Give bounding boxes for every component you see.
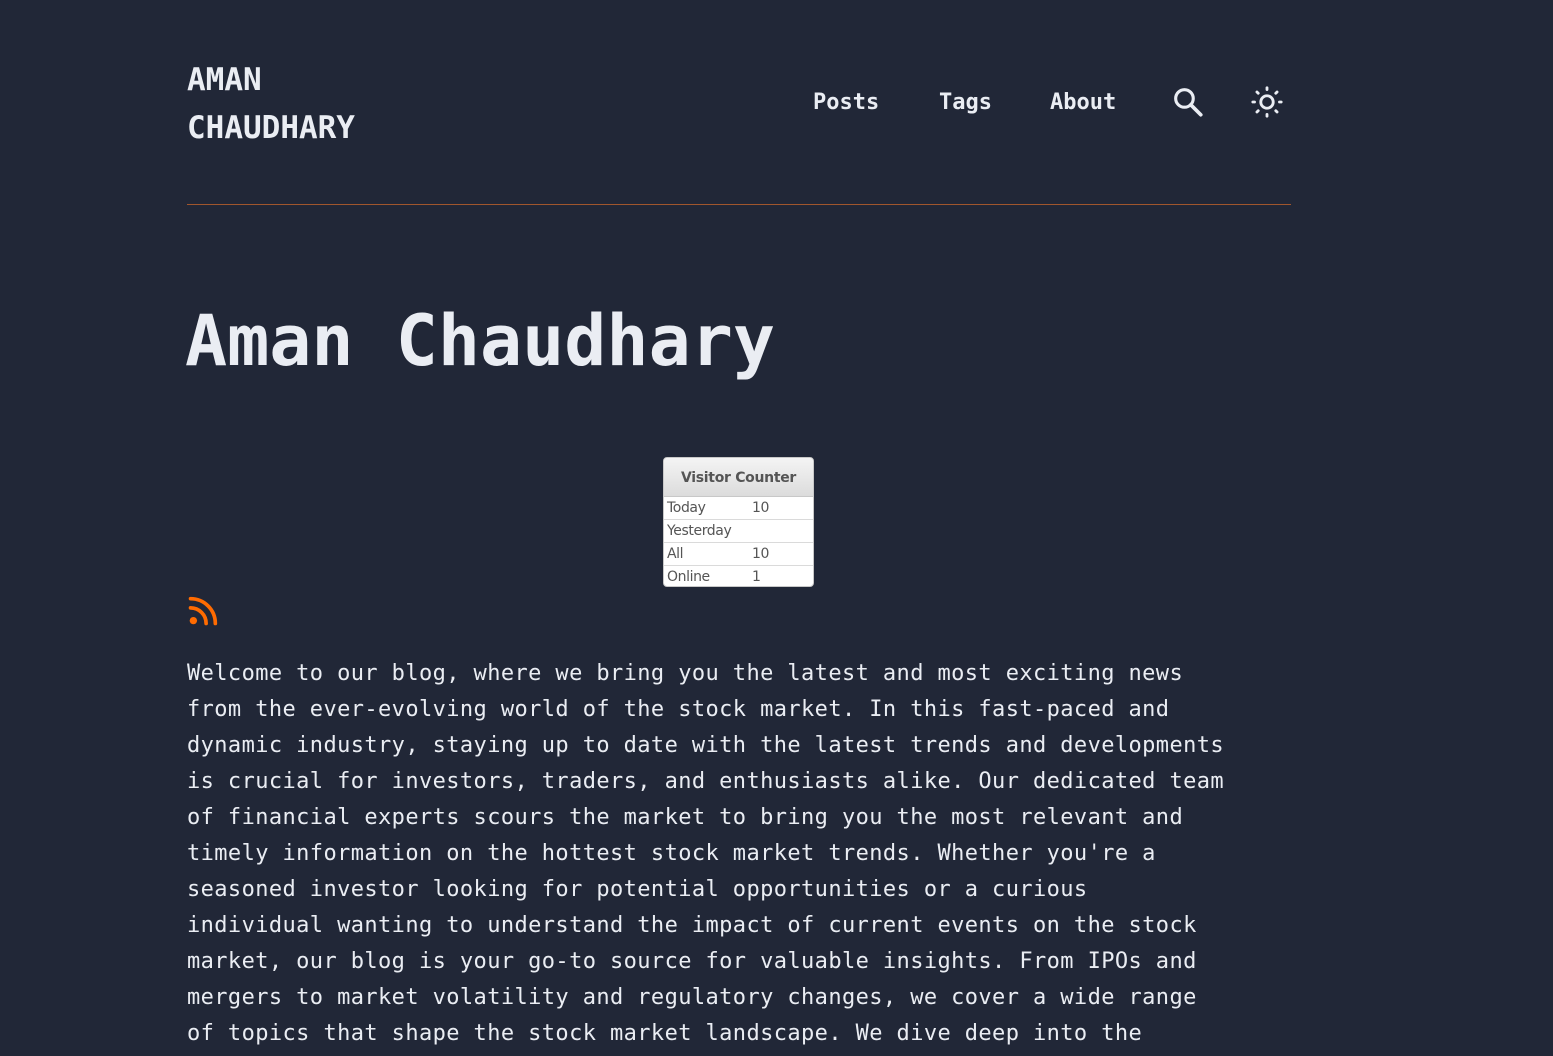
search-icon (1174, 88, 1203, 117)
site-title-line2: CHAUDHARY (187, 110, 355, 146)
counter-label: Online (667, 569, 710, 585)
search-button[interactable] (1170, 84, 1206, 120)
intro-line: from the ever-evolving world of the stoc… (187, 697, 1170, 722)
counter-label: Yesterday (667, 523, 732, 539)
counter-value: 1 (752, 569, 761, 585)
intro-line: timely information on the hottest stock … (187, 841, 1156, 866)
intro-paragraph: Welcome to our blog, where we bring you … (187, 656, 1297, 1052)
counter-value: 10 (752, 546, 770, 562)
nav-tags-link[interactable]: Tags (939, 84, 992, 122)
rss-feed-link[interactable] (187, 593, 221, 627)
intro-line: seasoned investor looking for potential … (187, 877, 1088, 902)
visitor-counter-row: All 10 (664, 543, 813, 566)
counter-label: Today (667, 500, 706, 516)
site-title-line1: AMAN (187, 62, 262, 98)
intro-line: dynamic industry, staying up to date wit… (187, 733, 1225, 758)
intro-line: individual wanting to understand the imp… (187, 913, 1197, 938)
nav-about-link[interactable]: About (1050, 84, 1116, 122)
header-divider (187, 204, 1291, 205)
theme-toggle-button[interactable] (1249, 84, 1285, 120)
intro-line: is crucial for investors, traders, and e… (187, 769, 1225, 794)
visitor-counter-row: Online 1 (664, 566, 813, 586)
intro-line: market, our blog is your go-to source fo… (187, 949, 1197, 974)
visitor-counter-title: Visitor Counter (664, 458, 813, 497)
site-title-link[interactable]: AMAN CHAUDHARY (187, 56, 447, 152)
intro-line: of financial experts scours the market t… (187, 805, 1184, 830)
visitor-counter-row: Today 10 (664, 497, 813, 520)
counter-value: 10 (752, 500, 770, 516)
intro-line: Welcome to our blog, where we bring you … (187, 661, 1184, 686)
intro-line: of topics that shape the stock market la… (187, 1021, 1143, 1046)
counter-label: All (667, 546, 684, 562)
nav-posts-link[interactable]: Posts (813, 84, 879, 122)
intro-line: mergers to market volatility and regulat… (187, 985, 1197, 1010)
visitor-counter-row: Yesterday (664, 520, 813, 543)
rss-icon (188, 596, 218, 626)
page: AMAN CHAUDHARY Posts Tags About Aman Cha… (0, 0, 1553, 1056)
page-title: Aman Chaudhary (185, 300, 776, 382)
visitor-counter-widget[interactable]: Visitor Counter Today 10 Yesterday All 1… (663, 457, 814, 587)
sun-icon (1251, 86, 1283, 118)
